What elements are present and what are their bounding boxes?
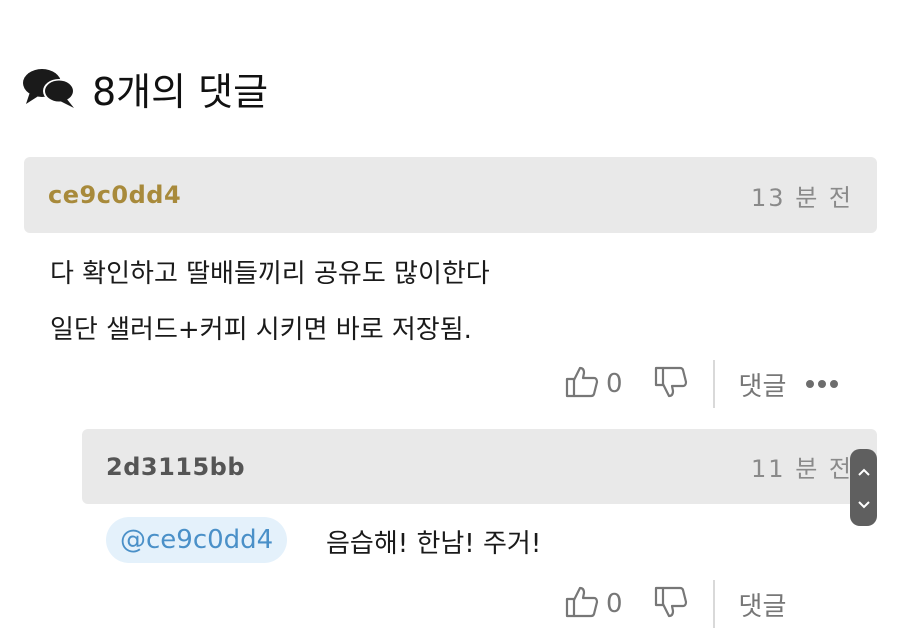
like-button[interactable]: 0	[564, 364, 623, 404]
comment-author[interactable]: 2d3115bb	[106, 453, 245, 481]
like-count: 0	[606, 589, 623, 619]
reply-comment-actions: 0 댓글	[564, 580, 786, 628]
reply-button[interactable]: 댓글	[739, 586, 787, 623]
comment-header: ce9c0dd4 13 분 전	[24, 157, 877, 233]
thumbs-down-icon	[653, 364, 689, 404]
scroll-handle[interactable]	[850, 449, 877, 526]
comments-header: 8개의 댓글	[22, 62, 268, 114]
thumbs-down-icon	[653, 584, 689, 624]
comments-icon	[22, 66, 78, 110]
comment-body-line: 다 확인하고 딸배들끼리 공유도 많이한다	[50, 259, 490, 289]
comment-actions: 0 댓글	[564, 360, 842, 408]
dislike-button[interactable]	[653, 584, 689, 624]
comment-time: 11 분 전	[751, 455, 853, 483]
dislike-button[interactable]	[653, 364, 689, 404]
comments-title: 8개의 댓글	[92, 69, 269, 114]
comment-author[interactable]: ce9c0dd4	[48, 181, 181, 209]
chevron-up-icon	[857, 462, 871, 481]
more-dot	[806, 380, 815, 388]
comment-body-line: 일단 샐러드+커피 시키면 바로 저장됨.	[50, 315, 472, 345]
thumbs-up-icon	[564, 364, 600, 404]
reply-comment-body: 음습해! 한남! 주거!	[326, 529, 542, 559]
more-dot	[830, 380, 839, 388]
thumbs-up-icon	[564, 584, 600, 624]
mention-tag[interactable]: @ce9c0dd4	[106, 517, 288, 563]
comment-time: 13 분 전	[751, 183, 853, 212]
like-button[interactable]: 0	[564, 584, 623, 624]
more-options-button[interactable]	[806, 380, 842, 388]
reply-button[interactable]: 댓글	[739, 366, 787, 403]
reply-comment-header: 2d3115bb 11 분 전	[82, 429, 877, 504]
action-divider	[712, 580, 715, 628]
action-divider	[712, 360, 715, 408]
like-count: 0	[606, 369, 623, 399]
chevron-down-icon	[857, 495, 871, 514]
more-dot	[818, 380, 827, 388]
